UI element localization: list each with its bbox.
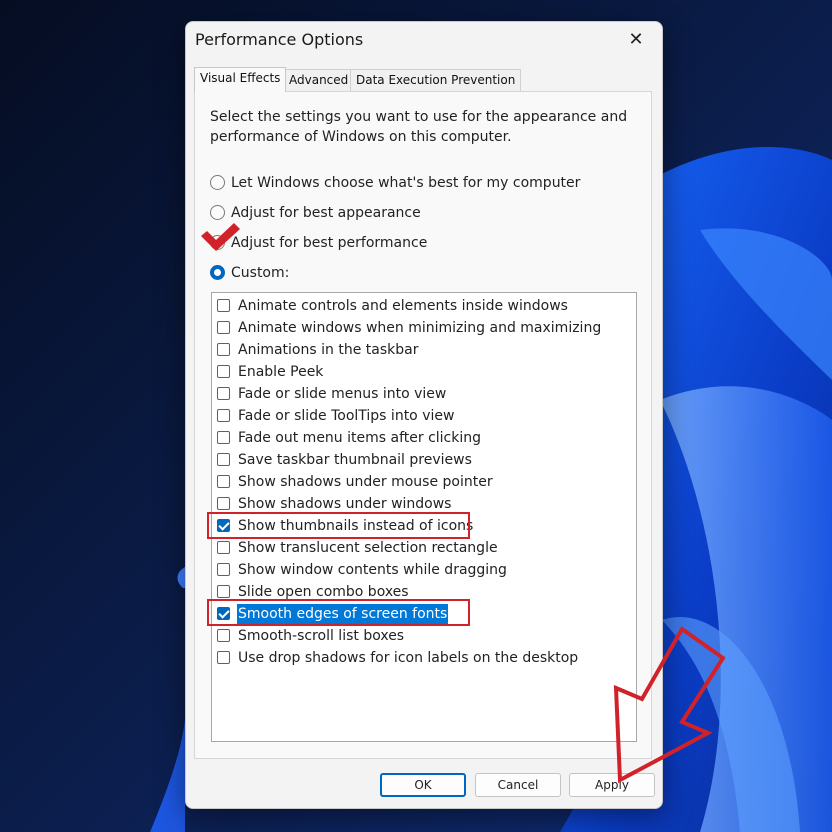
tab-data-execution-prevention[interactable]: Data Execution Prevention <box>350 69 522 91</box>
checkbox[interactable] <box>217 299 230 312</box>
list-item-label: Show translucent selection rectangle <box>238 540 498 556</box>
radio-button[interactable] <box>210 175 225 190</box>
list-item-label: Animate windows when minimizing and maxi… <box>238 320 602 336</box>
checkbox[interactable] <box>217 585 230 598</box>
intro-text: Select the settings you want to use for … <box>210 109 628 145</box>
radio-label: Let Windows choose what's best for my co… <box>231 175 581 191</box>
list-item-label: Fade or slide ToolTips into view <box>238 408 455 424</box>
checkbox[interactable] <box>217 629 230 642</box>
checkbox[interactable] <box>217 475 230 488</box>
list-item-label: Smooth-scroll list boxes <box>238 628 405 644</box>
cancel-button[interactable]: Cancel <box>475 773 561 797</box>
tab-visual-effects[interactable]: Visual Effects <box>194 67 287 92</box>
checkbox[interactable] <box>217 409 230 422</box>
checkbox[interactable] <box>217 497 230 510</box>
checkbox[interactable] <box>217 541 230 554</box>
checkbox[interactable] <box>217 651 230 664</box>
radio-label: Adjust for best performance <box>231 235 428 251</box>
radio-button[interactable] <box>210 265 225 280</box>
list-item-label: Enable Peek <box>238 364 324 380</box>
list-item-label: Fade or slide menus into view <box>238 386 447 402</box>
arrow-icon <box>613 626 726 784</box>
checkbox[interactable] <box>217 365 230 378</box>
checkbox[interactable] <box>217 431 230 444</box>
radio-button[interactable] <box>210 205 225 220</box>
checkmark-icon <box>201 223 240 251</box>
ok-button[interactable]: OK <box>380 773 466 797</box>
checkbox[interactable] <box>217 343 230 356</box>
radio-label: Custom: <box>231 265 290 281</box>
list-item-label: Show window contents while dragging <box>238 562 507 578</box>
highlight-box-thumbnails <box>207 512 470 539</box>
list-item-label: Show shadows under mouse pointer <box>238 474 493 490</box>
checkbox[interactable] <box>217 387 230 400</box>
list-item-label: Use drop shadows for icon labels on the … <box>238 650 579 666</box>
list-item-label: Animate controls and elements inside win… <box>238 298 568 314</box>
performance-options-dialog: Performance Options ✕ Visual Effects Adv… <box>185 21 663 809</box>
checkbox[interactable] <box>217 321 230 334</box>
close-icon[interactable]: ✕ <box>618 26 654 54</box>
list-item-label: Animations in the taskbar <box>238 342 419 358</box>
dialog-title: Performance Options <box>195 30 364 49</box>
checkbox[interactable] <box>217 563 230 576</box>
radio-label: Adjust for best appearance <box>231 205 421 221</box>
list-item-label: Save taskbar thumbnail previews <box>238 452 472 468</box>
highlight-box-smooth-fonts <box>207 599 470 626</box>
list-item-label: Fade out menu items after clicking <box>238 430 481 446</box>
checkbox[interactable] <box>217 453 230 466</box>
list-item-label: Show shadows under windows <box>238 496 452 512</box>
tab-advanced[interactable]: Advanced <box>283 69 355 91</box>
